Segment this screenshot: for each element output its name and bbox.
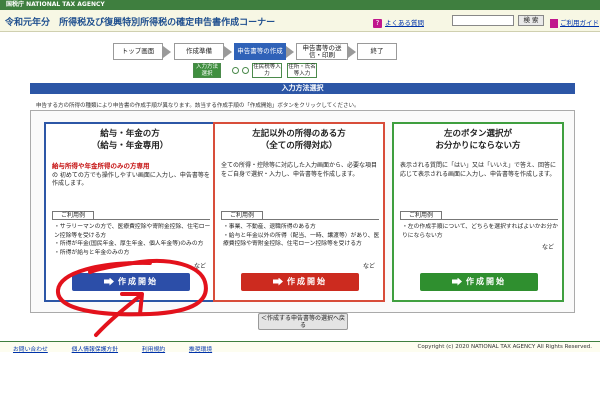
card-title-line1: 左のボタン選択が	[443, 129, 512, 139]
divider	[221, 219, 379, 220]
arrow-right-icon	[104, 277, 114, 286]
step-end: 終了	[357, 43, 397, 60]
example-item: ・所得が給与と年金のみの方	[54, 249, 130, 256]
example-item: ・所得が年金(国民年金、厚生年金、個人年金等)のみの方	[54, 241, 204, 247]
agency-bar: 国税庁 NATIONAL TAX AGENCY	[0, 0, 600, 10]
substep-address-name: 住所・氏名等入力	[287, 63, 317, 78]
card-salary-pension: 給与・年金の方 （給与・年金専用） 給与所得や年金所得のみの方専用 の 初めての…	[44, 122, 216, 302]
divider	[52, 219, 210, 220]
start-button-label: 作成開始	[118, 277, 158, 286]
example-item: ・サラリーマンの方で、医療費控除や寄附金控除、住宅ローン控除等を受ける方	[54, 224, 211, 239]
card-title: 左のボタン選択が お分かりにならない方	[398, 128, 558, 158]
title-year: 令和元年分	[5, 18, 51, 28]
card-title: 左記以外の所得のある方 （全ての所得対応）	[219, 128, 379, 158]
card-title-line2: （全ての所得対応）	[260, 141, 338, 151]
instruction-text: 申告する方の所得の種類により申告書の作成手順が異なります。該当する作成手順の「作…	[36, 103, 360, 109]
book-icon	[550, 18, 558, 28]
substep-resident-tax: 住民税等入力	[252, 63, 282, 78]
card-title-line1: 左記以外の所得のある方	[252, 129, 346, 139]
question-icon: ?	[373, 18, 382, 28]
card-all-income: 左記以外の所得のある方 （全ての所得対応） 全ての所得・控除等に対応した入力画面…	[213, 122, 385, 302]
step-create: 申告書等の作成	[234, 43, 294, 60]
usage-examples: ・左の作成手順について、どちらを選択すればよいかお分かりにならない方	[402, 223, 560, 240]
card-unsure: 左のボタン選択が お分かりにならない方 表示される質問に「はい」又は「いいえ」で…	[392, 122, 564, 302]
example-item: ・事業、不動産、退職所得のある方	[223, 224, 316, 230]
card-description: 表示される質問に「はい」又は「いいえ」で答え、回答に応じて表示される画面に入力し…	[400, 162, 558, 179]
card-title-line1: 給与・年金の方	[100, 129, 160, 139]
card-description-highlight: 給与所得や年金所得のみの方専用	[52, 162, 150, 170]
footer-link-contact[interactable]: お問い合わせ	[13, 347, 48, 353]
usage-examples: ・サラリーマンの方で、医療費控除や寄附金控除、住宅ローン控除等を受ける方 ・所得…	[54, 223, 212, 257]
guide-link[interactable]: ご利用ガイド	[550, 17, 599, 28]
progress-steps: トップ画面 作成準備 申告書等の作成 申告書等の送信・印刷 終了 入力方法選択 …	[0, 38, 600, 82]
step-prepare: 作成準備	[174, 43, 232, 60]
arrow-right-icon	[273, 277, 283, 286]
card-description: 全ての所得・控除等に対応した入力画面から、必要な項目をご自身で選択・入力し、申告…	[221, 162, 379, 179]
search-button[interactable]: 検 索	[518, 15, 544, 26]
page-title: 令和元年分 所得税及び復興特別所得税の確定申告書作成コーナー	[5, 15, 275, 28]
faq-link-label: よくある質問	[385, 19, 424, 27]
title-bar: 令和元年分 所得税及び復興特別所得税の確定申告書作成コーナー ? よくある質問 検…	[0, 10, 600, 32]
footer: お問い合わせ 個人情報保護方針 利用規約 推奨環境 Copyright (c) …	[0, 341, 600, 353]
example-item: ・左の作成手順について、どちらを選択すればよいかお分かりにならない方	[402, 224, 559, 239]
arrow-right-icon	[452, 277, 462, 286]
start-button-label: 作成開始	[466, 277, 506, 286]
substep-bar: 入力方法選択 住民税等入力 住所・氏名等入力	[190, 63, 350, 80]
start-create-button-salary[interactable]: 作成開始	[72, 273, 190, 291]
usage-examples: ・事業、不動産、退職所得のある方 ・給与と年金以外の所得（配当、一時、譲渡等）が…	[223, 223, 381, 249]
card-description-text: 表示される質問に「はい」又は「いいえ」で答え、回答に応じて表示される画面に入力し…	[400, 162, 557, 178]
card-description: 給与所得や年金所得のみの方専用 の 初めての方でも操作しやすい画面に入力し、申告…	[52, 162, 210, 189]
divider	[400, 219, 558, 220]
back-button[interactable]: ＜作成する申告書等の選択へ戻る	[258, 313, 348, 330]
substep-dot-2	[242, 67, 249, 74]
step-top: トップ画面	[113, 43, 171, 60]
example-item: ・給与と年金以外の所得（配当、一時、譲渡等）があり、医療費控除や寄附金控除、住宅…	[223, 232, 380, 248]
copyright: Copyright (c) 2020 NATIONAL TAX AGENCY A…	[417, 344, 592, 350]
agency-name: 国税庁 NATIONAL TAX AGENCY	[6, 1, 105, 8]
card-description-text: 全ての所得・控除等に対応した入力画面から、必要な項目をご自身で選択・入力し、申告…	[221, 162, 378, 178]
start-create-button-unsure[interactable]: 作成開始	[420, 273, 538, 291]
faq-link[interactable]: ? よくある質問	[373, 17, 424, 28]
start-create-button-all[interactable]: 作成開始	[241, 273, 359, 291]
substep-dot-1	[232, 67, 239, 74]
start-button-label: 作成開始	[287, 277, 327, 286]
card-title-line2: お分かりにならない方	[435, 141, 521, 151]
footer-link-environment[interactable]: 推奨環境	[189, 347, 212, 353]
etc-label: など	[541, 244, 554, 251]
etc-label: など	[362, 263, 375, 270]
card-title: 給与・年金の方 （給与・年金専用）	[50, 128, 210, 158]
etc-label: など	[193, 263, 206, 270]
section-heading: 入力方法選択	[30, 83, 575, 94]
footer-link-terms[interactable]: 利用規約	[142, 347, 165, 353]
guide-link-label: ご利用ガイド	[560, 19, 599, 27]
card-title-line2: （給与・年金専用）	[91, 141, 169, 151]
search-input[interactable]	[452, 15, 514, 26]
step-send-print: 申告書等の送信・印刷	[296, 43, 356, 60]
footer-links: お問い合わせ 個人情報保護方針 利用規約 推奨環境	[13, 344, 234, 353]
card-description-text: の 初めての方でも操作しやすい画面に入力し、申告書等を作成します。	[52, 171, 210, 188]
footer-link-privacy[interactable]: 個人情報保護方針	[72, 347, 118, 353]
title-main: 所得税及び復興特別所得税の確定申告書作成コーナー	[59, 18, 276, 28]
substep-input-method: 入力方法選択	[193, 63, 221, 78]
